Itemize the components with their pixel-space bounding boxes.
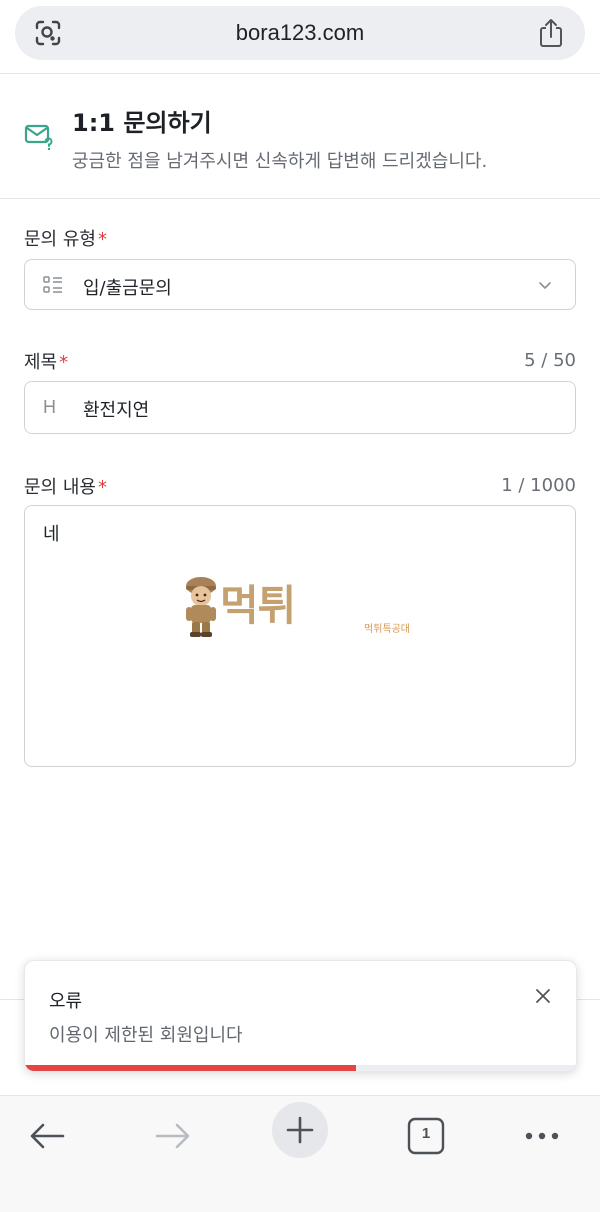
close-icon[interactable] [534,987,552,1005]
toast-progress-bar [25,1065,356,1071]
page-subtitle: 궁금한 점을 남겨주시면 신속하게 답변해 드리겠습니다. [72,151,488,172]
inquiry-type-label-text: 문의 유형 [24,229,96,250]
new-tab-button[interactable] [272,1102,328,1158]
required-mark: * [59,352,69,373]
forward-arrow-icon [155,1123,190,1149]
inquiry-type-label: 문의 유형 * [24,225,107,251]
chevron-down-icon [539,282,551,289]
back-arrow-icon [30,1123,65,1149]
watermark: 먹튀 먹튀특공대 [180,570,430,642]
back-button[interactable] [19,1108,75,1164]
required-mark: * [97,477,107,498]
more-button[interactable] [514,1108,570,1164]
toast-message: 이용이 제한된 회원입니다 [49,1025,243,1046]
tab-count: 1 [421,1125,431,1142]
toast-title: 오류 [49,991,83,1012]
soldier-mascot-icon [186,577,216,637]
plus-icon [286,1116,314,1144]
more-icon [525,1132,559,1140]
subject-label-text: 제목 [24,352,58,373]
toast-progress-track [25,1065,576,1071]
content-label-text: 문의 내용 [24,477,96,498]
content-char-counter: 1 / 1000 [501,475,576,496]
required-mark: * [97,229,107,250]
mail-question-icon [24,124,53,150]
browser-address-area: bora123.com [0,0,600,74]
content-label: 문의 내용 * [24,473,107,499]
inquiry-type-value: 입/출금문의 [83,278,172,299]
address-bar[interactable]: bora123.com [15,6,585,60]
tabs-button[interactable]: 1 [398,1108,454,1164]
list-icon [43,276,62,293]
share-icon[interactable] [537,18,565,48]
page-header: 1:1 문의하기 궁금한 점을 남겨주시면 신속하게 답변해 드리겠습니다. [0,75,600,199]
subject-input[interactable]: H 환전지연 [24,381,576,434]
forward-button[interactable] [145,1108,201,1164]
error-toast: 오류 이용이 제한된 회원입니다 [24,960,577,1072]
heading-icon: H [43,397,56,417]
content-value: 네 [43,524,60,545]
page-title: 1:1 문의하기 [72,109,212,137]
subject-char-counter: 5 / 50 [524,350,576,371]
watermark-text: 먹튀 [220,581,296,630]
subject-label: 제목 * [24,348,68,374]
subject-value: 환전지연 [83,400,150,421]
inquiry-type-select[interactable]: 입/출금문의 [24,259,576,310]
url-text[interactable]: bora123.com [15,20,585,46]
browser-toolbar: 1 [0,1095,600,1212]
watermark-small-text: 먹튀특공대 [364,624,410,635]
